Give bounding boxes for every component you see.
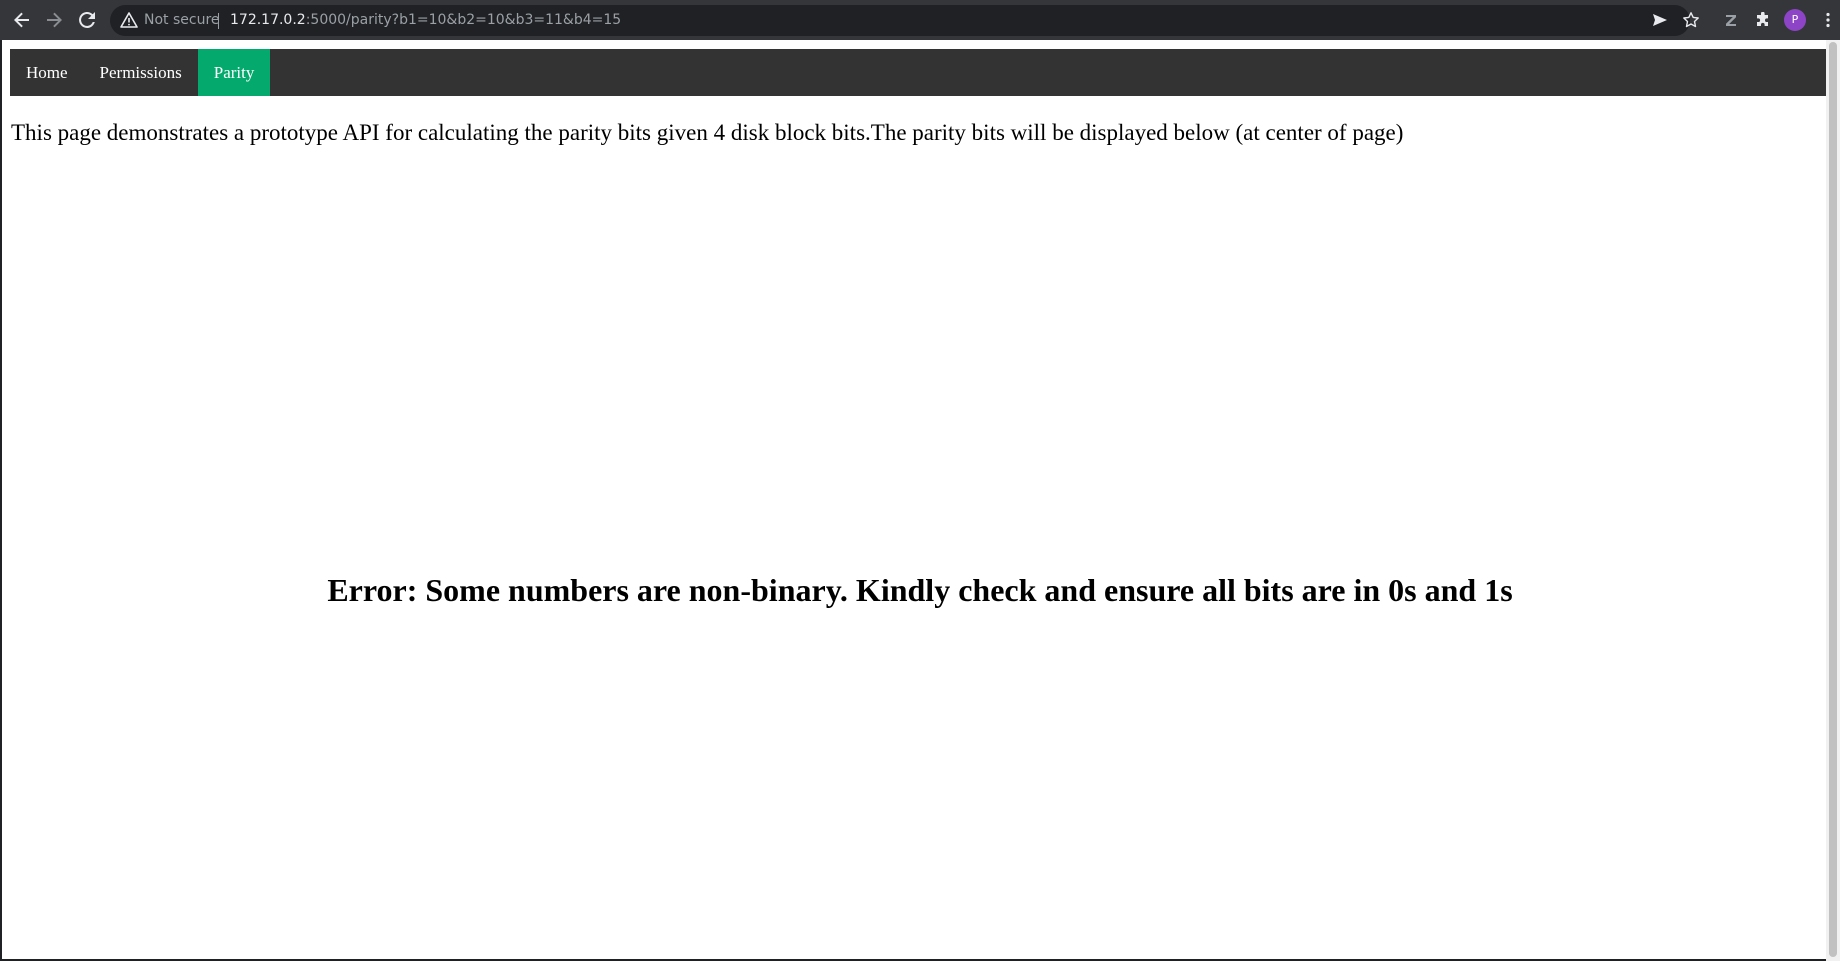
nav-permissions-link[interactable]: Permissions (84, 49, 198, 96)
profile-avatar[interactable]: P (1784, 9, 1806, 31)
kebab-menu-icon[interactable] (1820, 8, 1836, 32)
page-viewport: Home Permissions Parity This page demons… (2, 40, 1826, 959)
security-status-label[interactable]: Not secure (144, 5, 220, 36)
address-divider (218, 13, 219, 29)
browser-toolbar: Not secure 172.17.0.2:5000/parity?b1=10&… (0, 0, 1840, 40)
reload-icon[interactable] (75, 8, 99, 32)
url-path: :5000/parity?b1=10&b2=10&b3=11&b4=15 (305, 12, 622, 28)
intro-text: This page demonstrates a prototype API f… (11, 120, 1404, 145)
extension-z-icon[interactable] (1719, 8, 1743, 32)
send-icon[interactable] (1648, 8, 1672, 32)
browser-window: Not secure 172.17.0.2:5000/parity?b1=10&… (0, 0, 1840, 961)
forward-icon[interactable] (42, 8, 66, 32)
warning-icon (120, 12, 138, 28)
nav-home-link[interactable]: Home (10, 49, 84, 96)
nav-parity-link[interactable]: Parity (197, 49, 271, 96)
back-icon[interactable] (10, 8, 34, 32)
puzzle-icon[interactable] (1751, 8, 1775, 32)
scrollbar-thumb[interactable] (1829, 42, 1837, 957)
top-navbar: Home Permissions Parity (10, 49, 1826, 96)
address-bar[interactable]: Not secure 172.17.0.2:5000/parity?b1=10&… (110, 5, 1690, 36)
star-icon[interactable] (1679, 8, 1703, 32)
url-host: 172.17.0.2 (230, 12, 306, 28)
url-text[interactable]: 172.17.0.2:5000/parity?b1=10&b2=10&b3=11… (230, 5, 621, 36)
vertical-scrollbar[interactable] (1826, 40, 1840, 961)
error-message: Error: Some numbers are non-binary. Kind… (327, 572, 1513, 608)
